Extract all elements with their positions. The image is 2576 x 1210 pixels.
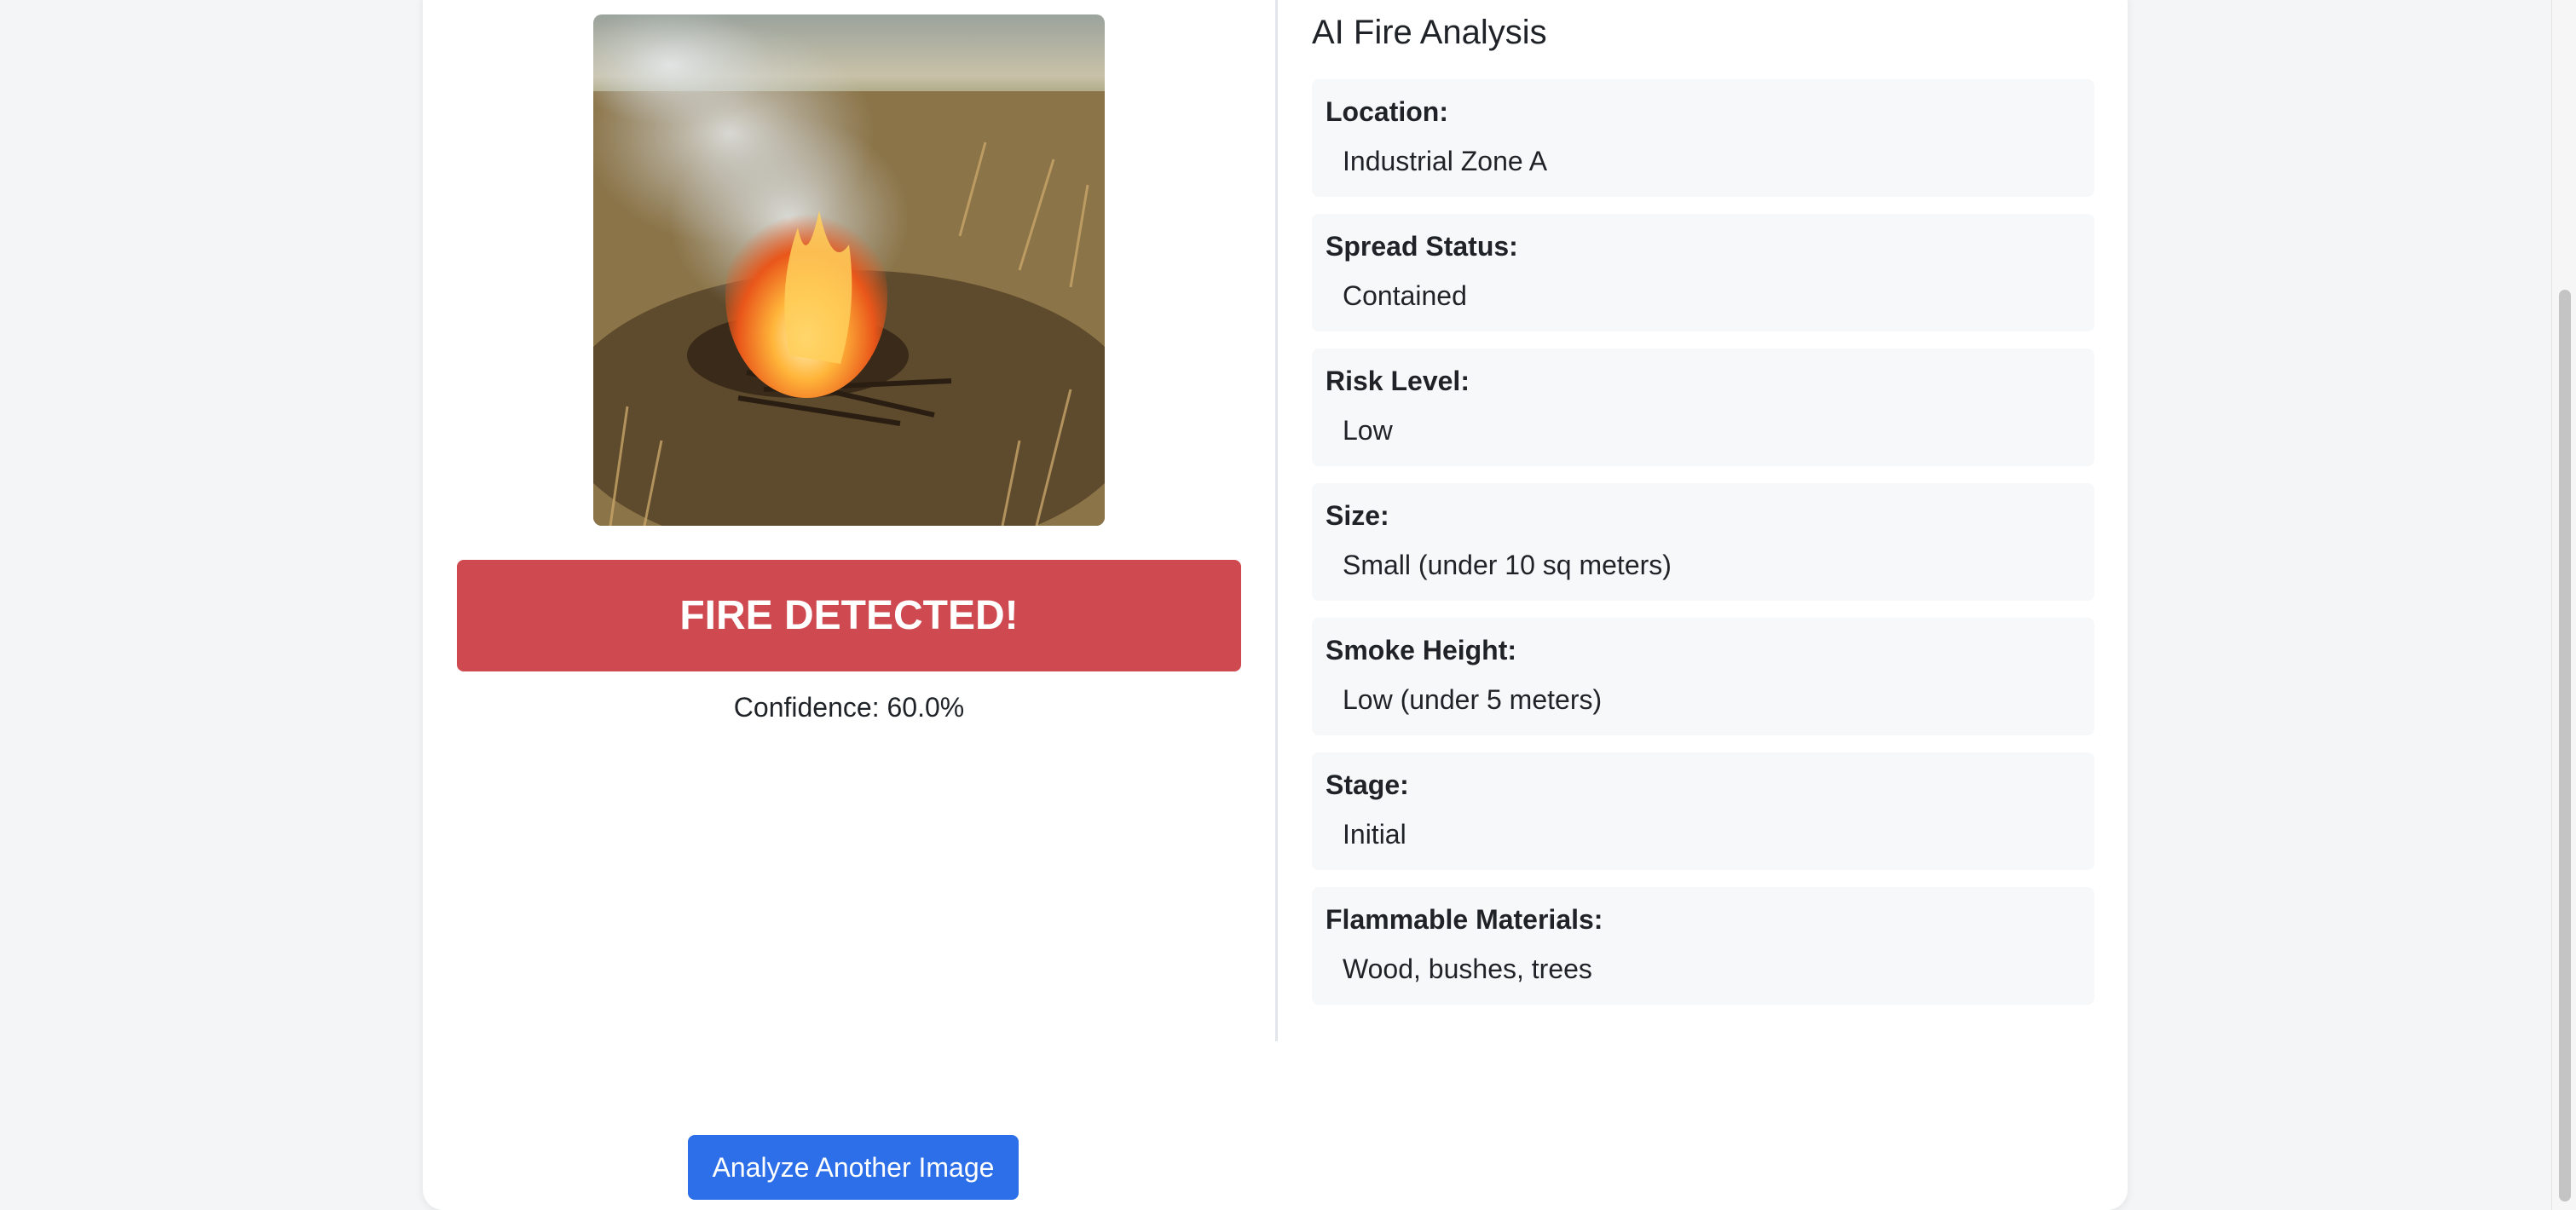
analyzed-image (593, 14, 1105, 526)
scrollbar-thumb[interactable] (2559, 290, 2571, 1201)
field-label: Size: (1326, 500, 1389, 531)
field-label: Flammable Materials: (1326, 904, 1603, 935)
field-value: Contained (1343, 280, 1467, 311)
field-value: Low (1343, 415, 1393, 446)
field-stage: Stage: Initial (1312, 752, 2094, 870)
field-label: Spread Status: (1326, 231, 1518, 262)
field-location: Location: Industrial Zone A (1312, 79, 2094, 197)
fire-photo-graphic (593, 14, 1105, 526)
column-divider (1275, 0, 1278, 1041)
field-label: Stage: (1326, 769, 1409, 800)
field-flammable-materials: Flammable Materials: Wood, bushes, trees (1312, 887, 2094, 1005)
field-label: Smoke Height: (1326, 635, 1517, 666)
field-value: Initial (1343, 819, 1406, 850)
confidence-text: Confidence: 60.0% (733, 692, 965, 723)
field-smoke-height: Smoke Height: Low (under 5 meters) (1312, 618, 2094, 735)
analysis-title: AI Fire Analysis (1312, 14, 1547, 51)
field-label: Risk Level: (1326, 366, 1470, 396)
field-size: Size: Small (under 10 sq meters) (1312, 483, 2094, 601)
field-value: Industrial Zone A (1343, 146, 1548, 176)
field-value: Small (under 10 sq meters) (1343, 550, 1672, 580)
field-value: Wood, bushes, trees (1343, 954, 1592, 984)
fire-detected-text: FIRE DETECTED! (679, 593, 1019, 638)
field-risk-level: Risk Level: Low (1312, 349, 2094, 466)
field-label: Location: (1326, 96, 1448, 127)
analysis-fields: Location: Industrial Zone A Spread Statu… (1312, 79, 2094, 1022)
detection-column: FIRE DETECTED! Confidence: 60.0% (423, 0, 1275, 1057)
field-spread-status: Spread Status: Contained (1312, 214, 2094, 331)
field-value: Low (under 5 meters) (1343, 684, 1603, 715)
page-scrollbar[interactable] (2551, 0, 2576, 1210)
analyze-another-button[interactable]: Analyze Another Image (688, 1135, 1019, 1200)
results-card: FIRE DETECTED! Confidence: 60.0% AI Fire… (423, 0, 2128, 1210)
fire-detected-banner: FIRE DETECTED! (457, 560, 1241, 671)
